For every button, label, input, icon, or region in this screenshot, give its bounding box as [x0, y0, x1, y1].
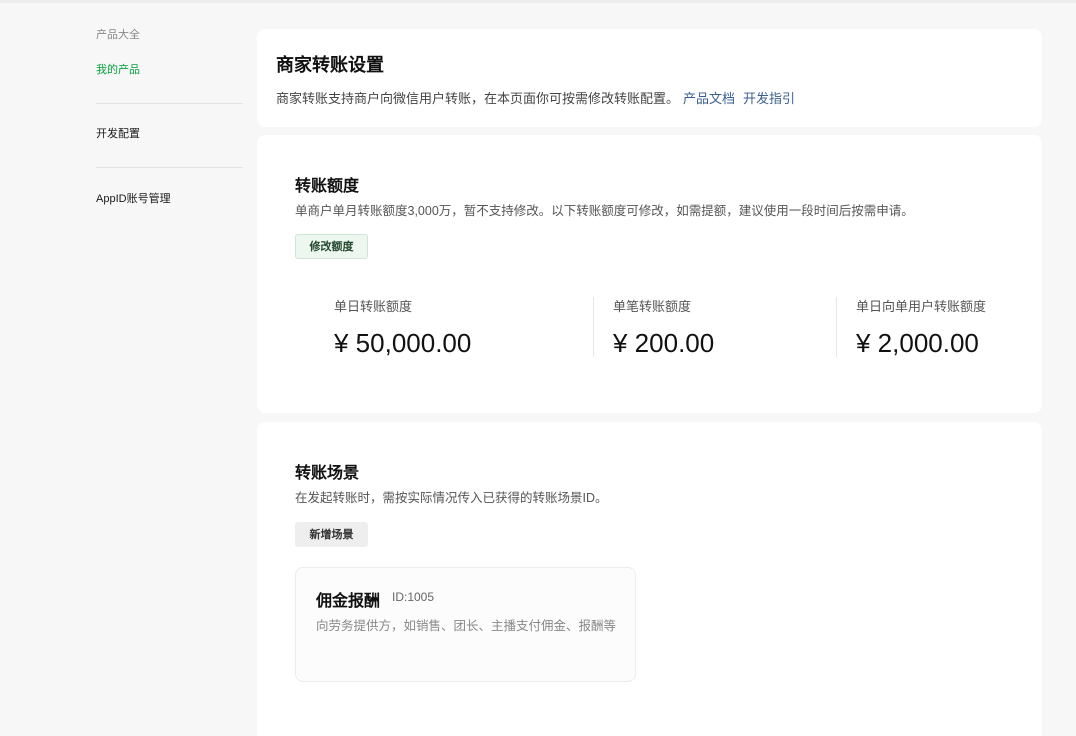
- daily-quota-stat: 单日转账额度 ¥ 50,000.00: [334, 296, 471, 359]
- top-border: [0, 0, 1076, 3]
- page-description-text: 商家转账支持商户向微信用户转账，在本页面你可按需修改转账配置。: [276, 91, 680, 106]
- sidebar: 产品大全 我的产品 开发配置 AppID账号管理: [96, 28, 243, 206]
- sidebar-divider: [96, 167, 243, 168]
- sidebar-section-label: 产品大全: [96, 29, 140, 41]
- stat-value: ¥ 2,000.00: [856, 328, 979, 358]
- header-card: 商家转账设置 商家转账支持商户向微信用户转账，在本页面你可按需修改转账配置。 产品…: [257, 29, 1042, 127]
- page-title: 商家转账设置: [276, 55, 384, 75]
- dev-guide-link[interactable]: 开发指引: [743, 91, 795, 106]
- sidebar-item-appid[interactable]: AppID账号管理: [96, 192, 243, 206]
- sidebar-item-my-products[interactable]: 我的产品: [96, 63, 243, 77]
- stat-value: ¥ 200.00: [613, 328, 715, 358]
- sidebar-divider: [96, 103, 243, 104]
- quota-card: 转账额度 单商户单月转账额度3,000万，暂不支持修改。以下转账额度可修改，如需…: [257, 135, 1042, 413]
- stat-divider: [836, 297, 837, 357]
- scene-title: 佣金报酬: [316, 593, 381, 610]
- stat-label: 单笔转账额度: [613, 299, 692, 314]
- stat-label: 单日向单用户转账额度: [856, 299, 987, 314]
- scene-id: ID:1005: [392, 590, 435, 604]
- quota-title: 转账额度: [295, 178, 360, 195]
- scene-card[interactable]: 佣金报酬 ID:1005 向劳务提供方，如销售、团长、主播支付佣金、报酬等: [295, 567, 636, 682]
- stat-value: ¥ 50,000.00: [334, 328, 472, 358]
- quota-description: 单商户单月转账额度3,000万，暂不支持修改。以下转账额度可修改，如需提额，建议…: [295, 204, 914, 218]
- product-docs-link[interactable]: 产品文档: [683, 91, 735, 106]
- user-daily-quota-stat: 单日向单用户转账额度 ¥ 2,000.00: [856, 296, 986, 359]
- sidebar-item-dev-config[interactable]: 开发配置: [96, 127, 243, 141]
- scenes-card: 转账场景 在发起转账时，需按实际情况传入已获得的转账场景ID。 新增场景 佣金报…: [257, 422, 1042, 736]
- scene-description: 向劳务提供方，如销售、团长、主播支付佣金、报酬等: [316, 619, 617, 633]
- scenes-title: 转账场景: [295, 465, 360, 482]
- stat-label: 单日转账额度: [334, 299, 413, 314]
- add-scene-button[interactable]: 新增场景: [295, 522, 368, 547]
- scenes-description: 在发起转账时，需按实际情况传入已获得的转账场景ID。: [295, 491, 608, 505]
- modify-quota-button[interactable]: 修改额度: [295, 234, 368, 259]
- stat-divider: [593, 297, 594, 357]
- single-quota-stat: 单笔转账额度 ¥ 200.00: [613, 296, 714, 359]
- page-description: 商家转账支持商户向微信用户转账，在本页面你可按需修改转账配置。 产品文档 开发指引: [276, 88, 795, 107]
